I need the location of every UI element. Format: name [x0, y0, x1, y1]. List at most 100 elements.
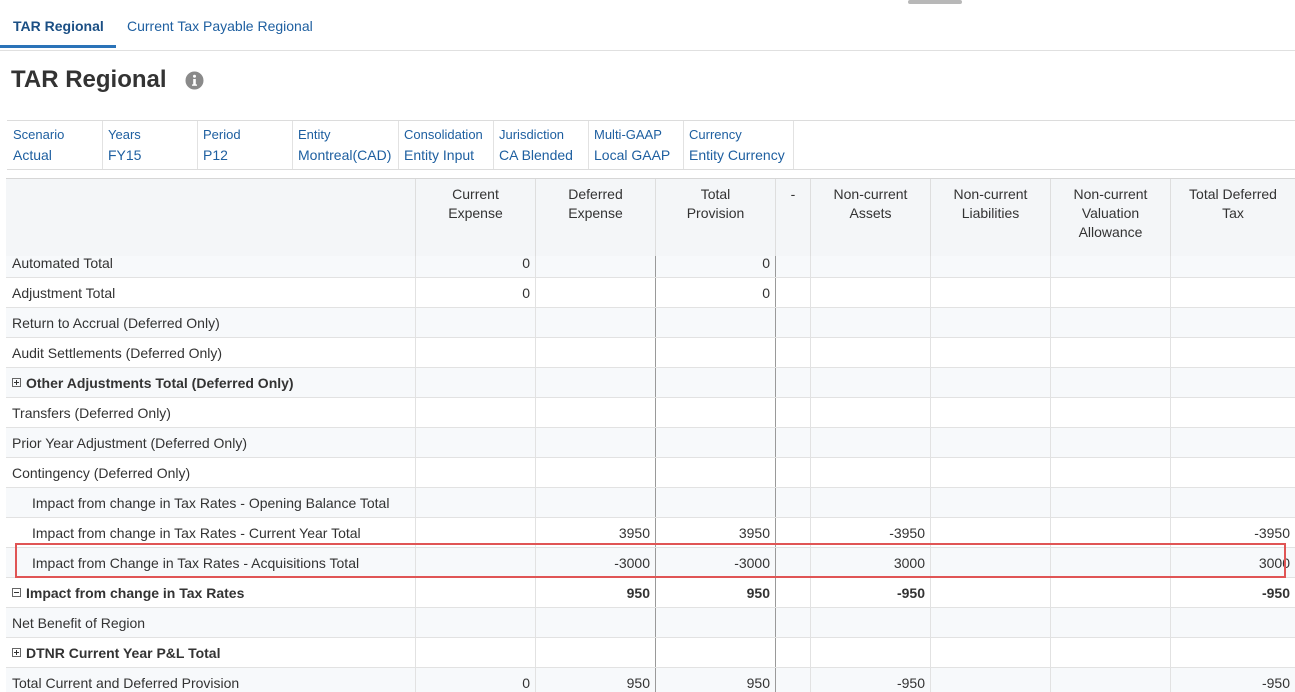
table-cell[interactable] [535, 488, 655, 517]
table-cell[interactable] [775, 458, 810, 487]
pov-multi-gaap[interactable]: Multi-GAAP Local GAAP [588, 121, 684, 169]
table-row[interactable]: Adjustment Total 0 0 [6, 278, 1295, 308]
table-cell[interactable] [1170, 338, 1295, 367]
table-cell[interactable] [930, 338, 1050, 367]
table-cell[interactable]: 950 [535, 578, 655, 607]
table-cell[interactable] [1170, 256, 1295, 277]
pov-consolidation[interactable]: Consolidation Entity Input [398, 121, 494, 169]
pov-scenario[interactable]: Scenario Actual [7, 121, 103, 169]
table-cell[interactable]: 0 [415, 256, 535, 277]
table-cell[interactable]: -3950 [1170, 518, 1295, 547]
table-cell[interactable] [1050, 518, 1170, 547]
table-cell[interactable]: -3000 [535, 548, 655, 577]
table-cell[interactable] [415, 638, 535, 667]
table-cell[interactable] [655, 308, 775, 337]
table-cell[interactable] [655, 338, 775, 367]
table-cell[interactable] [415, 308, 535, 337]
table-row[interactable]: Net Benefit of Region [6, 608, 1295, 638]
table-cell[interactable] [930, 488, 1050, 517]
table-cell[interactable] [775, 518, 810, 547]
table-cell[interactable] [930, 256, 1050, 277]
expand-icon[interactable] [12, 378, 21, 387]
table-cell[interactable]: 0 [415, 278, 535, 307]
table-cell[interactable] [775, 256, 810, 277]
table-row[interactable]: DTNR Current Year P&L Total [6, 638, 1295, 668]
table-cell[interactable]: 0 [415, 668, 535, 692]
table-cell[interactable] [775, 278, 810, 307]
table-cell[interactable] [655, 368, 775, 397]
table-cell[interactable] [775, 308, 810, 337]
table-cell[interactable] [810, 638, 930, 667]
table-cell[interactable] [775, 608, 810, 637]
table-cell[interactable] [1170, 278, 1295, 307]
table-cell[interactable] [415, 338, 535, 367]
table-cell[interactable] [655, 428, 775, 457]
tab-tar-regional[interactable]: TAR Regional [13, 18, 104, 34]
table-cell[interactable]: 950 [535, 668, 655, 692]
pov-jurisdiction[interactable]: Jurisdiction CA Blended [493, 121, 589, 169]
table-cell[interactable] [930, 428, 1050, 457]
table-cell[interactable] [1050, 608, 1170, 637]
table-cell[interactable] [415, 548, 535, 577]
table-cell[interactable] [1050, 278, 1170, 307]
table-row[interactable]: Impact from Change in Tax Rates - Acquis… [6, 548, 1295, 578]
table-row[interactable]: Audit Settlements (Deferred Only) [6, 338, 1295, 368]
table-cell[interactable] [535, 368, 655, 397]
table-cell[interactable]: 3000 [1170, 548, 1295, 577]
tab-current-tax-payable-regional[interactable]: Current Tax Payable Regional [127, 18, 313, 34]
table-cell[interactable] [535, 278, 655, 307]
table-cell[interactable] [810, 256, 930, 277]
table-cell[interactable] [655, 608, 775, 637]
pov-entity[interactable]: Entity Montreal(CAD) [292, 121, 399, 169]
table-cell[interactable] [535, 398, 655, 427]
table-row[interactable]: Return to Accrual (Deferred Only) [6, 308, 1295, 338]
table-cell[interactable] [1170, 458, 1295, 487]
table-cell[interactable] [810, 398, 930, 427]
table-row[interactable]: Prior Year Adjustment (Deferred Only) [6, 428, 1295, 458]
table-cell[interactable]: 3000 [810, 548, 930, 577]
table-cell[interactable] [810, 368, 930, 397]
table-row[interactable]: Impact from change in Tax Rates - Openin… [6, 488, 1295, 518]
table-cell[interactable] [775, 338, 810, 367]
table-cell[interactable] [810, 608, 930, 637]
table-row[interactable]: Automated Total 0 0 [6, 256, 1295, 278]
table-cell[interactable] [930, 668, 1050, 692]
info-icon[interactable] [185, 71, 204, 90]
table-cell[interactable] [1050, 578, 1170, 607]
table-cell[interactable]: 950 [655, 668, 775, 692]
pov-period[interactable]: Period P12 [197, 121, 293, 169]
table-cell[interactable] [1050, 428, 1170, 457]
table-cell[interactable] [415, 368, 535, 397]
table-cell[interactable] [1050, 398, 1170, 427]
table-cell[interactable] [1050, 548, 1170, 577]
table-cell[interactable] [1170, 398, 1295, 427]
table-cell[interactable] [415, 398, 535, 427]
table-cell[interactable] [1050, 308, 1170, 337]
table-cell[interactable] [930, 578, 1050, 607]
table-cell[interactable] [1170, 308, 1295, 337]
table-cell[interactable] [1170, 428, 1295, 457]
table-cell[interactable] [535, 428, 655, 457]
table-cell[interactable] [930, 548, 1050, 577]
table-cell[interactable] [810, 308, 930, 337]
table-cell[interactable] [1170, 488, 1295, 517]
table-cell[interactable] [930, 398, 1050, 427]
table-cell[interactable] [1170, 638, 1295, 667]
table-cell[interactable]: 3950 [655, 518, 775, 547]
table-cell[interactable] [810, 278, 930, 307]
table-cell[interactable]: -950 [810, 578, 930, 607]
table-cell[interactable] [655, 488, 775, 517]
table-cell[interactable] [775, 428, 810, 457]
table-cell[interactable] [655, 398, 775, 427]
table-cell[interactable] [655, 638, 775, 667]
table-cell[interactable] [535, 638, 655, 667]
table-cell[interactable] [930, 638, 1050, 667]
table-cell[interactable]: -950 [810, 668, 930, 692]
table-row[interactable]: Other Adjustments Total (Deferred Only) [6, 368, 1295, 398]
table-row[interactable]: Contingency (Deferred Only) [6, 458, 1295, 488]
table-cell[interactable] [1050, 638, 1170, 667]
table-cell[interactable] [810, 458, 930, 487]
collapse-icon[interactable] [12, 588, 21, 597]
table-cell[interactable] [1050, 458, 1170, 487]
table-cell[interactable] [535, 608, 655, 637]
